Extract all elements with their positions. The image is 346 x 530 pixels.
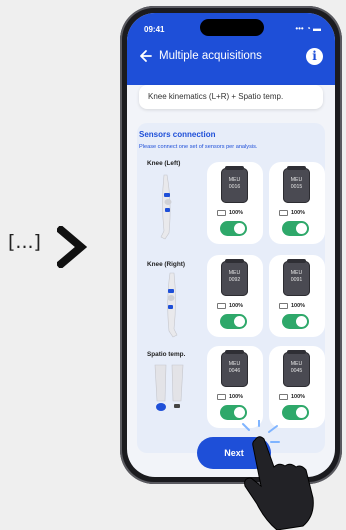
chevron-right-icon (57, 226, 87, 268)
sensor-id: 0046 (228, 368, 241, 374)
battery-level: 100% (291, 210, 306, 217)
battery-level: 100% (229, 303, 244, 310)
sensor-device-icon: MEU 0091 (283, 259, 310, 296)
legs-spatio-figure (154, 364, 184, 411)
sensor-tile[interactable]: MEU 0016 100% (207, 162, 263, 244)
sensor-model: MEU (290, 270, 303, 276)
row-label-knee-left: Knee (Left) (147, 160, 181, 167)
battery-level: 100% (229, 394, 244, 401)
dynamic-island (200, 19, 264, 36)
sensor-tile[interactable]: MEU 0045 100% (269, 346, 325, 428)
leg-right-figure (167, 272, 178, 338)
sensor-device-icon: MEU 0045 (283, 350, 310, 387)
sensor-model: MEU (228, 361, 241, 367)
battery-level: 100% (291, 303, 306, 310)
phone-frame: 09:41 ••• ◔ ▬ Multiple acquisitions i Kn… (120, 6, 342, 484)
page-title: Multiple acquisitions (159, 50, 262, 62)
sensor-id: 0045 (290, 368, 303, 374)
sensor-tile[interactable]: MEU 0091 100% (269, 255, 325, 337)
sensor-model: MEU (290, 361, 303, 367)
sensor-device-icon: MEU 0092 (221, 259, 248, 296)
battery-icon (279, 210, 288, 216)
app-header: 09:41 ••• ◔ ▬ Multiple acquisitions i (127, 13, 335, 85)
sensor-toggle[interactable] (282, 405, 309, 420)
sensor-device-icon: MEU 0015 (283, 166, 310, 203)
sensor-toggle[interactable] (220, 221, 247, 236)
battery-icon (279, 303, 288, 309)
sensor-toggle[interactable] (282, 314, 309, 329)
battery-level: 100% (291, 394, 306, 401)
sensor-id: 0016 (228, 184, 241, 190)
sensor-tile[interactable]: MEU 0092 100% (207, 255, 263, 337)
battery-icon (217, 303, 226, 309)
sensor-id: 0092 (228, 277, 241, 283)
ellipsis-label: [...] (8, 231, 41, 253)
sensor-toggle[interactable] (220, 405, 247, 420)
sensors-section-title: Sensors connection (139, 130, 216, 139)
sensor-model: MEU (228, 177, 241, 183)
sensors-section-subtitle: Please connect one set of sensors per an… (139, 144, 258, 150)
analysis-field[interactable]: Knee kinematics (L+R) + Spatio temp. (139, 85, 323, 109)
sensor-model: MEU (290, 177, 303, 183)
info-icon[interactable]: i (306, 48, 323, 65)
pointing-hand-icon (242, 420, 314, 530)
app-screen: 09:41 ••• ◔ ▬ Multiple acquisitions i Kn… (127, 13, 335, 477)
back-arrow-icon[interactable] (139, 49, 153, 63)
sensor-id: 0091 (290, 277, 303, 283)
sensor-tile[interactable]: MEU 0046 100% (207, 346, 263, 428)
battery-level: 100% (229, 210, 244, 217)
status-icons: ••• ◔ ▬ (295, 24, 321, 33)
row-label-spatio-temp: Spatio temp. (147, 351, 186, 358)
battery-icon (217, 394, 226, 400)
leg-left-figure (160, 174, 172, 240)
sensor-toggle[interactable] (282, 221, 309, 236)
row-label-knee-right: Knee (Right) (147, 261, 185, 268)
status-time: 09:41 (144, 25, 165, 34)
sensor-tile[interactable]: MEU 0015 100% (269, 162, 325, 244)
sensor-device-icon: MEU 0046 (221, 350, 248, 387)
battery-icon (279, 394, 288, 400)
sensor-device-icon: MEU 0016 (221, 166, 248, 203)
sensor-model: MEU (228, 270, 241, 276)
battery-icon (217, 210, 226, 216)
sensor-id: 0015 (290, 184, 303, 190)
sensor-toggle[interactable] (220, 314, 247, 329)
